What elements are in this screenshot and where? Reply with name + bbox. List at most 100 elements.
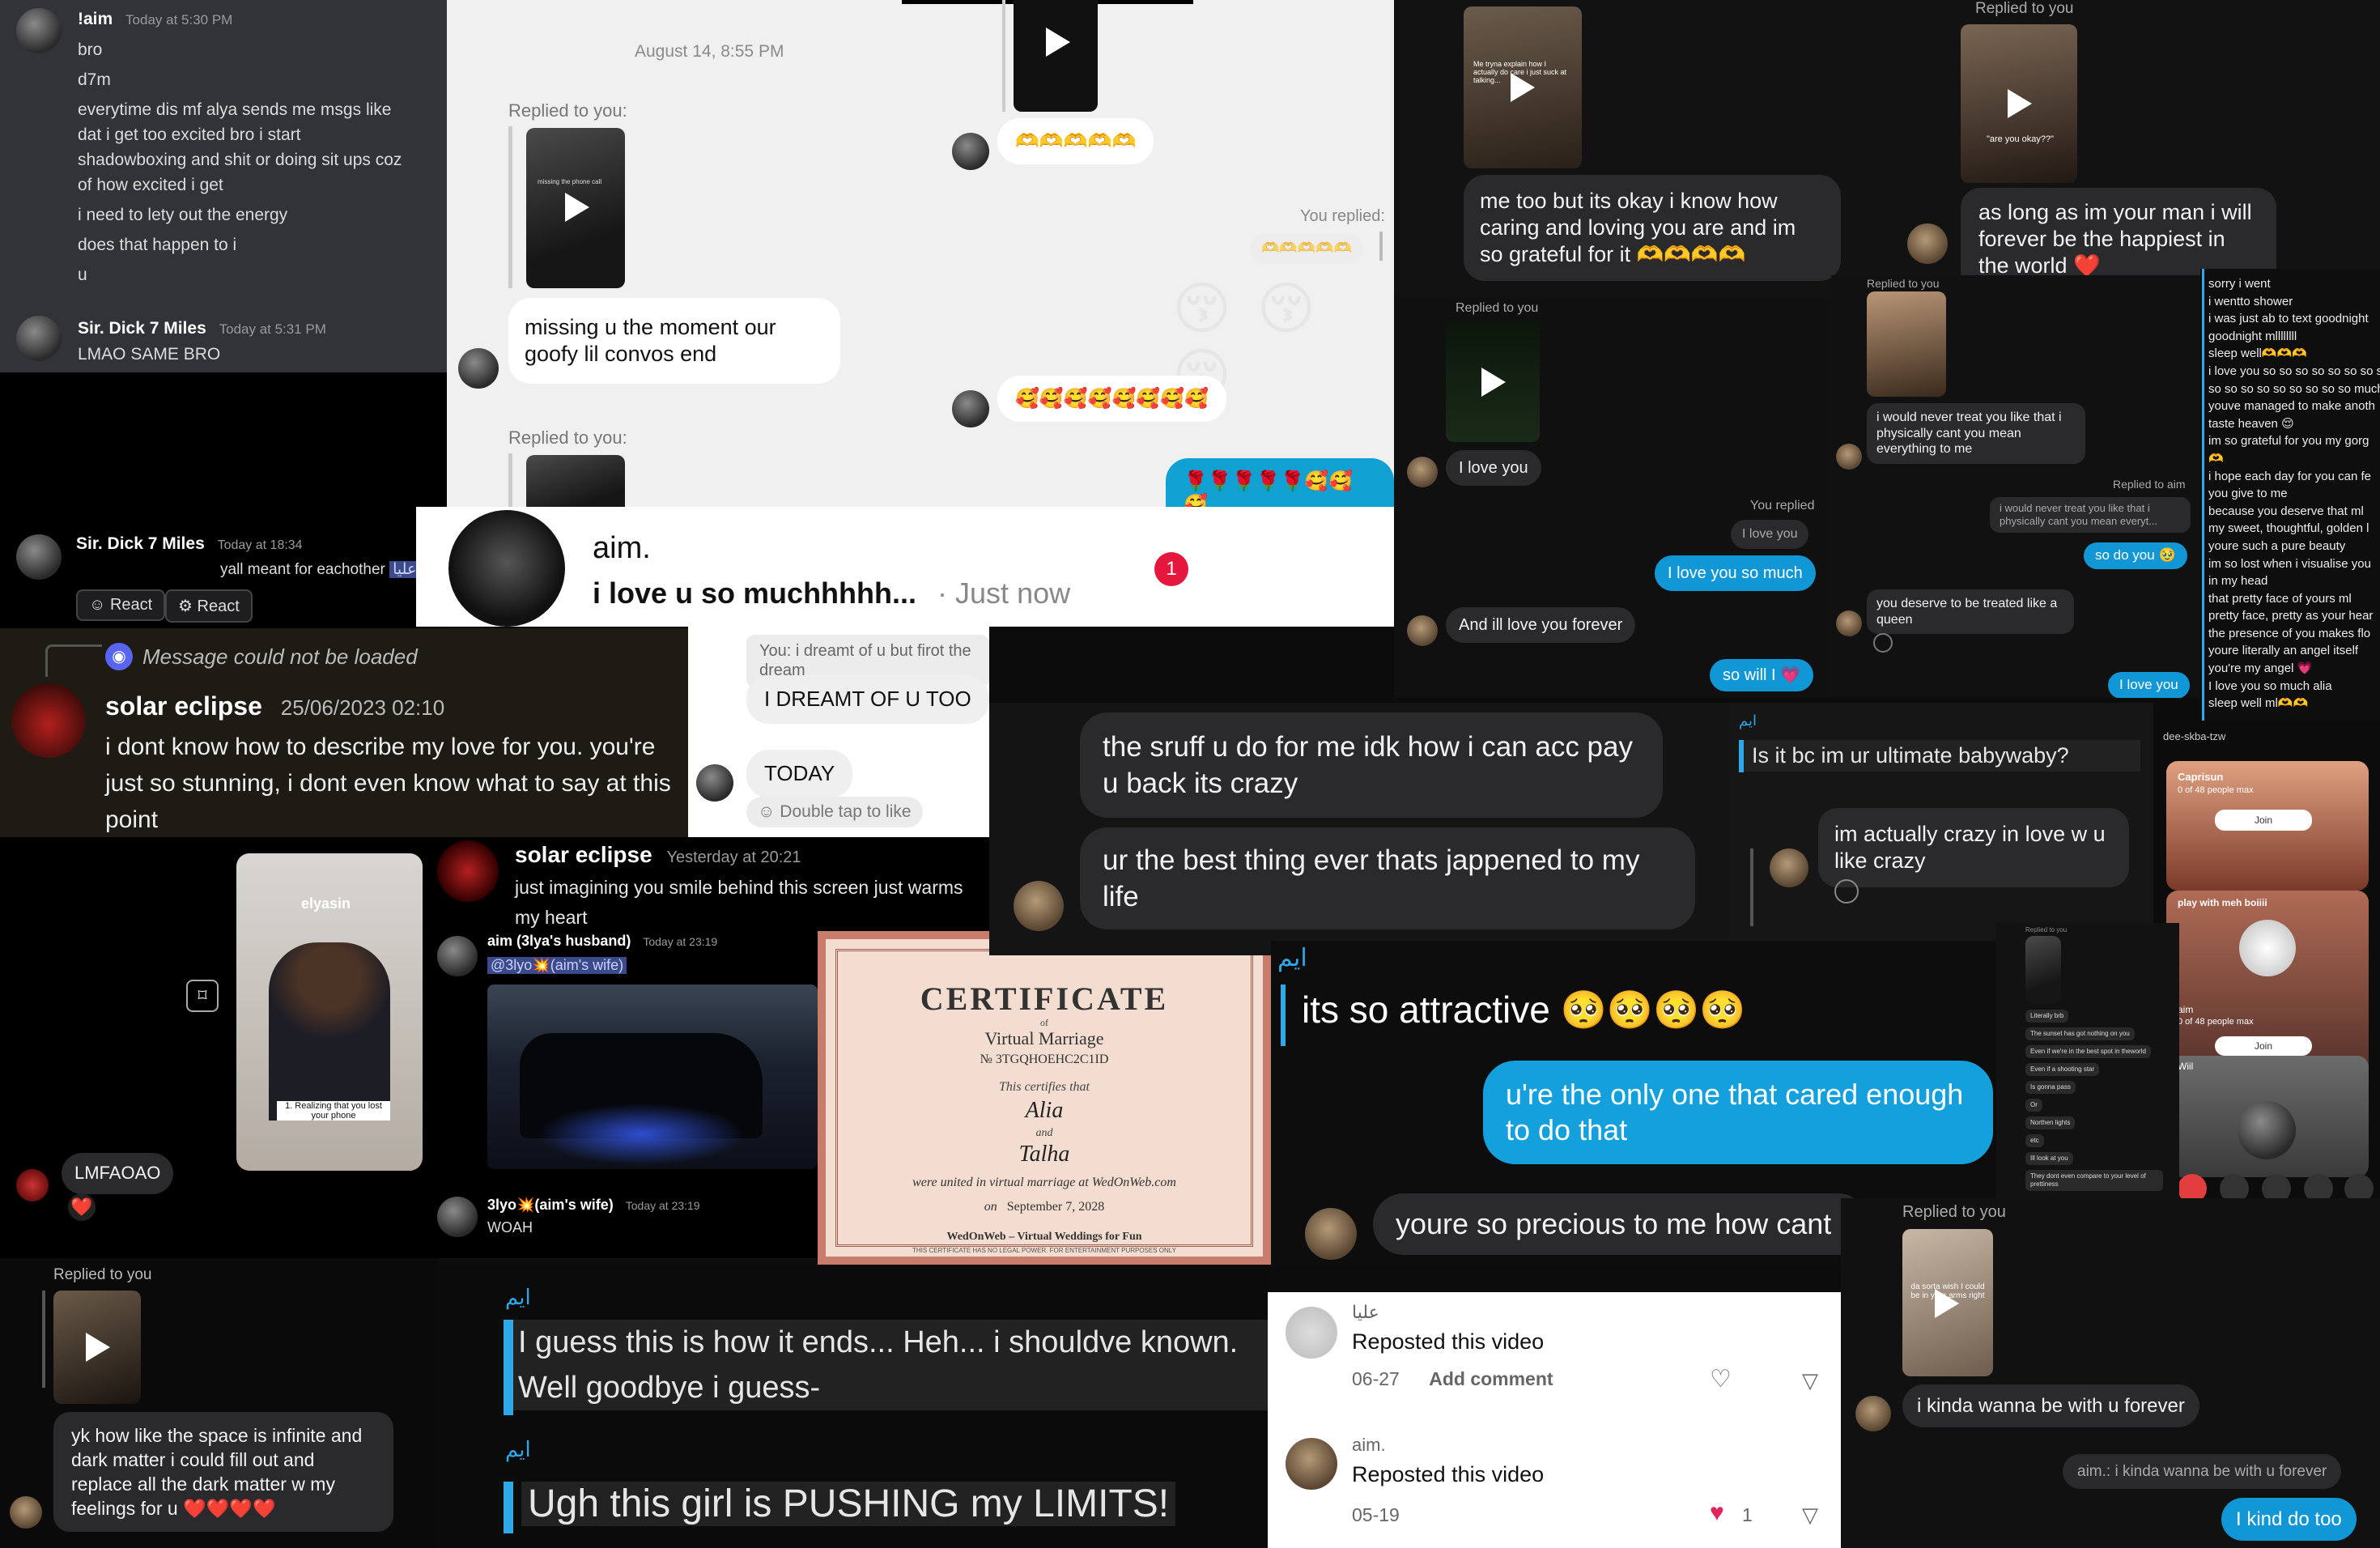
message: shadowboxing and shit or doing sit ups c… <box>78 151 402 169</box>
story-thumbnail[interactable]: elyasin 1. Realizing that you lost your … <box>236 853 423 1171</box>
discord-chat-1: !aim Today at 5:30 PM bro d7m everytime … <box>0 0 447 372</box>
message-bubble: 🥰🥰🥰🥰🥰🥰🥰🥰 <box>997 376 1227 423</box>
sender-label: ايم <box>1739 712 1757 729</box>
reply-label: You replied <box>1750 499 1815 512</box>
image-attachment[interactable] <box>487 985 818 1169</box>
dislike-icon[interactable]: ▽ <box>1802 1368 1818 1393</box>
video-thumbnail[interactable] <box>53 1291 141 1404</box>
like-count: 1 <box>1742 1504 1753 1525</box>
message: u <box>78 266 87 284</box>
username[interactable]: 3lyo💥(aim's wife) <box>487 1197 614 1213</box>
certificate-title: CERTIFICATE <box>920 980 1169 1017</box>
video-thumbnail[interactable] <box>1014 0 1098 112</box>
avatar <box>16 1169 49 1201</box>
message: LMAO SAME BRO <box>78 345 221 364</box>
avatar <box>1407 615 1438 646</box>
avatar <box>437 840 499 902</box>
join-button[interactable]: Join <box>2215 810 2312 831</box>
video-thumbnail[interactable]: "are you okay??" <box>1961 24 2077 183</box>
date: 05-19 <box>1352 1504 1400 1525</box>
video-thumbnail[interactable] <box>2025 936 2061 1004</box>
message: everytime dis mf alya sends me msgs like <box>78 100 392 119</box>
mention[interactable]: عليا <box>389 561 420 578</box>
message-bubble: youre so precious to me how cant i <box>1373 1193 1869 1255</box>
message-bubble: the sruff u do for me idk how i can acc … <box>1080 712 1663 818</box>
heart-icon[interactable]: ♡ <box>1710 1365 1732 1393</box>
certificate: CERTIFICATE of Virtual Marriage № 3TGQHO… <box>818 931 1271 1265</box>
discord-chat-3: ◉ Message could not be loaded solar ecli… <box>0 628 690 837</box>
reaction[interactable]: ❤️ <box>68 1193 96 1221</box>
message-bubble: 🌹🌹🌹🌹🌹🥰🥰🥰 <box>1166 458 1394 510</box>
stream-card[interactable]: play with meh boiiii aim 0 of 48 people … <box>2166 891 2369 1077</box>
message-bubble: I kind do too <box>2221 1498 2357 1542</box>
timestamp: 25/06/2023 02:10 <box>280 695 445 720</box>
video-thumbnail[interactable] <box>1446 321 1540 442</box>
message-bubble: LMFAOAO <box>62 1153 174 1194</box>
dislike-icon[interactable]: ▽ <box>1802 1503 1818 1528</box>
message-bubble: missing u the moment our goofy lil convo… <box>508 298 840 384</box>
chat-5: Replied to you i would never treat you l… <box>1831 275 2200 698</box>
message-bubble: me too but its okay i know how caring an… <box>1464 175 1841 281</box>
username[interactable]: Sir. Dick 7 Miles <box>76 534 205 553</box>
timestamp: Today at 23:19 <box>625 1199 700 1212</box>
notification-banner[interactable]: aim. i love u so muchhhhh... · Just now … <box>416 507 1394 627</box>
video-thumbnail[interactable] <box>1867 291 1946 397</box>
play-icon <box>1046 28 1070 57</box>
username[interactable]: aim (3lya's husband) <box>487 933 631 949</box>
video-thumbnail[interactable]: da sorta wish I could be in your arms ri… <box>1902 1229 1993 1376</box>
sender-name: aim. <box>593 531 651 565</box>
avatar <box>437 1197 478 1237</box>
discord-icon: ◉ <box>105 643 133 670</box>
stream-card[interactable]: Wiil <box>2166 1056 2369 1177</box>
message-bubble: so will I 💗 <box>1710 659 1814 692</box>
chat-7: ايم Is it bc im ur ultimate babywaby? im… <box>1729 703 2153 941</box>
ig-chat-2: Me tryna explain how I actually do care … <box>1394 0 1880 296</box>
like-hint[interactable]: ☺ Double tap to like <box>746 797 923 827</box>
avatar <box>1286 1307 1337 1359</box>
tiktok-reposts: عليا Reposted this video 06-27 Add comme… <box>1268 1292 1841 1548</box>
video-thumbnail[interactable] <box>526 455 625 510</box>
username[interactable]: Sir. Dick 7 Miles <box>78 319 206 338</box>
video-thumbnail[interactable]: missing the phone call <box>526 128 625 288</box>
dm-chat-2: You: i dreamt of u but firot the dream I… <box>688 627 989 839</box>
story-handle: elyasin <box>301 895 351 912</box>
mention[interactable]: @3lyo💥(aim's wife) <box>487 957 627 974</box>
ig-chat-1: August 14, 8:55 PM Replied to you: missi… <box>447 0 1394 510</box>
username[interactable]: aim. <box>1352 1435 1386 1456</box>
stream-card[interactable]: Caprisun 0 of 48 people max Join <box>2166 761 2369 891</box>
message-bubble: u're the only one that cared enough to d… <box>1483 1061 1993 1164</box>
chat-6: the sruff u do for me idk how i can acc … <box>989 703 1729 955</box>
message-bubble: so do you 🥹 <box>2084 542 2187 569</box>
reply-label: Replied to you <box>53 1266 152 1283</box>
message: i need to lety out the energy <box>78 206 288 224</box>
message: does that happen to i <box>78 236 237 254</box>
chat-4: Replied to you I love you You replied I … <box>1394 296 1831 698</box>
join-button[interactable]: Join <box>2215 1036 2312 1056</box>
play-icon <box>1481 368 1506 397</box>
message-bubble: i kinda wanna be with u forever <box>1902 1384 2199 1428</box>
avatar <box>16 8 62 53</box>
message: of how excited i get <box>78 176 223 194</box>
username[interactable]: عليا <box>1352 1302 1379 1323</box>
stream-panel: dee-skba-tzw Caprisun 0 of 48 people max… <box>2153 721 2380 1235</box>
play-icon <box>1511 73 1535 102</box>
add-comment-button[interactable]: Add comment <box>1429 1368 1553 1389</box>
heart-icon[interactable]: ♥ <box>1710 1499 1724 1527</box>
timestamp: Today at 5:30 PM <box>125 12 233 28</box>
avatar <box>952 390 989 427</box>
message: I guess this is how it ends... Heh... i … <box>513 1320 1271 1410</box>
bookmark-icon[interactable]: ⌑ <box>186 980 219 1012</box>
message: its so attractive 🥺🥺🥺🥺 <box>1302 989 1746 1031</box>
sender-label: ايم <box>505 1286 531 1310</box>
message-bubble: I love you <box>1446 450 1541 487</box>
notes-message: sorry i went i wentto shower i was just ab… <box>2200 269 2380 721</box>
react-button[interactable]: ☺ React <box>76 589 166 621</box>
react-button[interactable]: ⚙ React <box>165 589 253 623</box>
username[interactable]: !aim <box>78 10 113 28</box>
username[interactable]: solar eclipse <box>515 842 652 867</box>
video-thumbnail[interactable]: Me tryna explain how I actually do care … <box>1464 6 1582 168</box>
avatar <box>1305 1208 1357 1260</box>
play-icon <box>565 193 589 222</box>
certificate-date: September 7, 2028 <box>1006 1200 1105 1214</box>
username[interactable]: solar eclipse <box>105 691 262 721</box>
